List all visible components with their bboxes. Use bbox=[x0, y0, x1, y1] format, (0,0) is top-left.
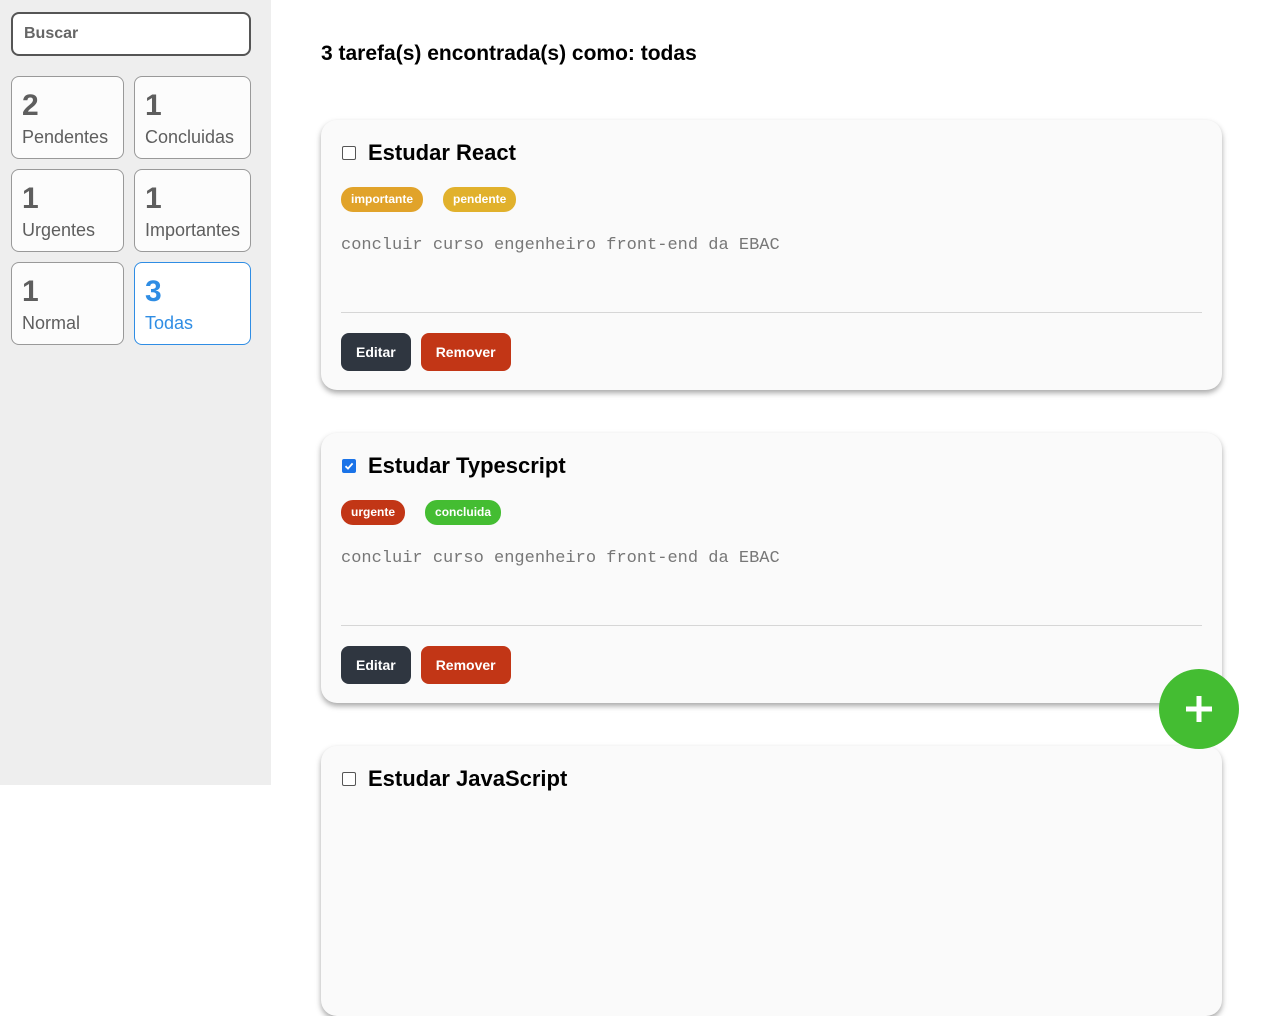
filter-grid: 2 Pendentes 1 Concluidas 1 Urgentes 1 Im… bbox=[11, 76, 251, 345]
filter-label: Importantes bbox=[145, 220, 241, 240]
divider bbox=[341, 625, 1202, 626]
edit-button[interactable]: Editar bbox=[341, 646, 411, 684]
add-task-button[interactable] bbox=[1159, 669, 1239, 749]
tag-status: concluida bbox=[425, 500, 502, 525]
task-actions: Editar Remover bbox=[341, 333, 511, 371]
tag-priority: urgente bbox=[341, 500, 406, 525]
task-actions: Editar Remover bbox=[341, 646, 511, 684]
task-description: concluir curso engenheiro front-end da E… bbox=[341, 549, 780, 568]
task-title: Estudar React bbox=[368, 140, 516, 165]
filter-count: 1 bbox=[22, 275, 39, 308]
remove-button[interactable]: Remover bbox=[420, 333, 511, 371]
task-title-row: Estudar React bbox=[342, 140, 516, 166]
filter-card-importantes[interactable]: 1 Importantes bbox=[134, 169, 251, 252]
sidebar: 2 Pendentes 1 Concluidas 1 Urgentes 1 Im… bbox=[0, 0, 271, 785]
task-card: Estudar JavaScript bbox=[321, 746, 1222, 1016]
divider bbox=[341, 312, 1202, 313]
filter-card-normal[interactable]: 1 Normal bbox=[11, 262, 124, 345]
task-checkbox[interactable] bbox=[342, 459, 356, 473]
task-title: Estudar Typescript bbox=[368, 453, 566, 478]
filter-count: 1 bbox=[22, 182, 39, 215]
task-title: Estudar JavaScript bbox=[368, 766, 568, 791]
check-icon bbox=[344, 462, 354, 470]
task-checkbox[interactable] bbox=[342, 772, 356, 786]
filter-label: Urgentes bbox=[22, 220, 96, 240]
filter-count: 1 bbox=[145, 89, 162, 122]
task-tags: urgente concluida bbox=[341, 500, 502, 525]
task-card: Estudar Typescript urgente concluida con… bbox=[321, 433, 1222, 703]
task-card: Estudar React importante pendente conclu… bbox=[321, 120, 1222, 390]
filter-card-urgentes[interactable]: 1 Urgentes bbox=[11, 169, 124, 252]
tag-priority: importante bbox=[341, 187, 424, 212]
filter-card-todas[interactable]: 3 Todas bbox=[134, 262, 251, 345]
filter-label: Todas bbox=[145, 313, 194, 333]
filter-count: 3 bbox=[145, 275, 162, 308]
results-heading: 3 tarefa(s) encontrada(s) como: todas bbox=[321, 42, 697, 65]
task-tags: importante pendente bbox=[341, 187, 517, 212]
task-list-area: 3 tarefa(s) encontrada(s) como: todas Es… bbox=[271, 0, 1263, 1016]
filter-label: Pendentes bbox=[22, 127, 109, 147]
search-input[interactable] bbox=[11, 12, 251, 56]
task-checkbox[interactable] bbox=[342, 146, 356, 160]
task-title-row: Estudar JavaScript bbox=[342, 766, 567, 792]
filter-count: 2 bbox=[22, 89, 39, 122]
filter-card-pendentes[interactable]: 2 Pendentes bbox=[11, 76, 124, 159]
filter-count: 1 bbox=[145, 182, 162, 215]
filter-card-concluidas[interactable]: 1 Concluidas bbox=[134, 76, 251, 159]
plus-icon bbox=[1186, 696, 1212, 722]
remove-button[interactable]: Remover bbox=[420, 646, 511, 684]
task-description: concluir curso engenheiro front-end da E… bbox=[341, 236, 780, 255]
filter-label: Concluidas bbox=[145, 127, 235, 147]
edit-button[interactable]: Editar bbox=[341, 333, 411, 371]
task-title-row: Estudar Typescript bbox=[342, 453, 566, 479]
tag-status: pendente bbox=[443, 187, 517, 212]
filter-label: Normal bbox=[22, 313, 81, 333]
